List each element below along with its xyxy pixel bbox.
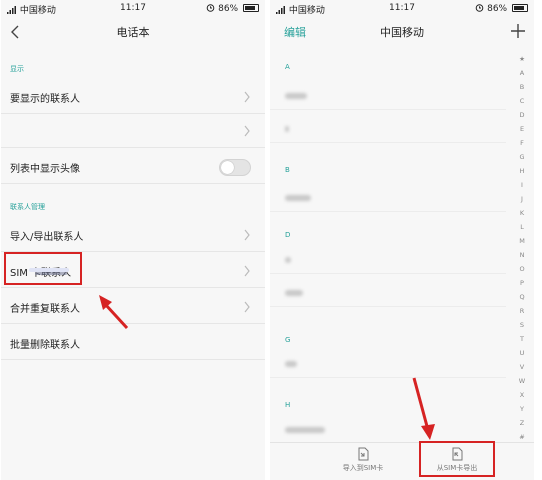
index-letter[interactable]: O bbox=[515, 262, 529, 276]
status-bar: 中国移动 11:17 86% bbox=[1, 0, 265, 18]
contact-row[interactable] bbox=[270, 80, 506, 110]
index-letter[interactable]: Y bbox=[515, 402, 529, 416]
annotation-arrow-icon bbox=[412, 377, 435, 440]
alarm-icon bbox=[206, 4, 215, 12]
contact-row[interactable] bbox=[270, 277, 506, 307]
section-header-manage: 联系人管理 bbox=[10, 203, 45, 211]
page-title: 中国移动 bbox=[380, 26, 424, 39]
alphabet-index[interactable]: ★ A B C D E F G H I J K L M N O P Q R S … bbox=[515, 52, 529, 444]
battery-icon bbox=[512, 4, 528, 12]
chevron-right-icon bbox=[244, 229, 250, 241]
import-to-sim-button[interactable]: 导入到SIM卡 bbox=[325, 447, 401, 473]
index-letter[interactable]: V bbox=[515, 360, 529, 374]
index-letter[interactable]: S bbox=[515, 318, 529, 332]
index-letter[interactable]: C bbox=[515, 94, 529, 108]
battery-percent: 86% bbox=[487, 4, 508, 14]
index-letter[interactable]: D bbox=[515, 108, 529, 122]
index-letter[interactable]: E bbox=[515, 122, 529, 136]
index-letter[interactable]: T bbox=[515, 332, 529, 346]
section-letter-h: H bbox=[285, 401, 291, 409]
index-letter[interactable]: N bbox=[515, 248, 529, 262]
index-letter[interactable]: U bbox=[515, 346, 529, 360]
index-letter[interactable]: M bbox=[515, 234, 529, 248]
index-letter[interactable]: H bbox=[515, 164, 529, 178]
index-letter[interactable]: B bbox=[515, 80, 529, 94]
index-letter[interactable]: ★ bbox=[515, 52, 529, 66]
battery-percent: 86% bbox=[218, 4, 239, 14]
section-letter-a: A bbox=[285, 63, 290, 71]
show-avatar-label: 列表中显示头像 bbox=[10, 164, 80, 175]
index-letter[interactable]: R bbox=[515, 304, 529, 318]
contact-row[interactable] bbox=[270, 113, 506, 143]
section-letter-b: B bbox=[285, 166, 290, 174]
nav-bar: 电话本 bbox=[1, 18, 265, 46]
chevron-right-icon bbox=[244, 301, 250, 313]
index-letter[interactable]: L bbox=[515, 220, 529, 234]
section-letter-d: D bbox=[285, 231, 291, 239]
unnamed-setting-row[interactable] bbox=[1, 114, 265, 148]
chevron-right-icon bbox=[244, 91, 250, 103]
status-right: 86% bbox=[206, 3, 259, 14]
index-letter[interactable]: X bbox=[515, 388, 529, 402]
contacts-screen: 中国移动 11:17 86% 编辑 中国移动 A B D G H ★ A B C bbox=[270, 0, 534, 480]
contact-row[interactable] bbox=[270, 414, 506, 444]
status-bar: 中国移动 11:17 86% bbox=[270, 0, 534, 18]
index-letter[interactable]: J bbox=[515, 192, 529, 206]
contact-row[interactable] bbox=[270, 182, 506, 212]
battery-icon bbox=[243, 4, 259, 12]
import-to-sim-label: 导入到SIM卡 bbox=[342, 464, 384, 472]
show-avatar-row: 列表中显示头像 bbox=[1, 150, 265, 184]
index-letter[interactable]: P bbox=[515, 276, 529, 290]
index-letter[interactable]: F bbox=[515, 136, 529, 150]
index-letter[interactable]: W bbox=[515, 374, 529, 388]
index-letter[interactable]: G bbox=[515, 150, 529, 164]
contacts-to-show-label: 要显示的联系人 bbox=[10, 94, 80, 105]
index-letter[interactable]: A bbox=[515, 66, 529, 80]
status-right: 86% bbox=[475, 3, 528, 14]
index-letter[interactable]: Q bbox=[515, 290, 529, 304]
contact-row[interactable] bbox=[270, 348, 506, 378]
chevron-right-icon bbox=[244, 265, 250, 277]
settings-screen: 中国移动 11:17 86% 电话本 显示 要显示的联系人 列表中显示头像 联系… bbox=[1, 0, 265, 480]
import-export-row[interactable]: 导入/导出联系人 bbox=[1, 218, 265, 252]
chevron-right-icon bbox=[244, 125, 250, 137]
page-title: 电话本 bbox=[116, 26, 150, 39]
show-avatar-toggle[interactable] bbox=[219, 159, 251, 176]
nav-bar: 编辑 中国移动 bbox=[270, 18, 534, 46]
annotation-highlight-box bbox=[4, 252, 82, 285]
batch-delete-label: 批量删除联系人 bbox=[10, 340, 80, 351]
section-header-display: 显示 bbox=[10, 65, 24, 73]
contacts-to-show-row[interactable]: 要显示的联系人 bbox=[1, 80, 265, 114]
alarm-icon bbox=[475, 4, 484, 12]
add-contact-icon[interactable] bbox=[510, 21, 526, 41]
annotation-highlight-box bbox=[419, 441, 495, 477]
section-letter-g: G bbox=[285, 336, 291, 344]
index-letter[interactable]: K bbox=[515, 206, 529, 220]
index-letter[interactable]: Z bbox=[515, 416, 529, 430]
toggle-knob bbox=[221, 161, 234, 174]
index-letter[interactable]: I bbox=[515, 178, 529, 192]
contact-row[interactable] bbox=[270, 244, 506, 274]
sim-import-icon bbox=[358, 447, 369, 461]
import-export-label: 导入/导出联系人 bbox=[10, 232, 84, 243]
merge-duplicates-label: 合并重复联系人 bbox=[10, 304, 80, 315]
annotation-arrow-icon bbox=[99, 295, 129, 330]
